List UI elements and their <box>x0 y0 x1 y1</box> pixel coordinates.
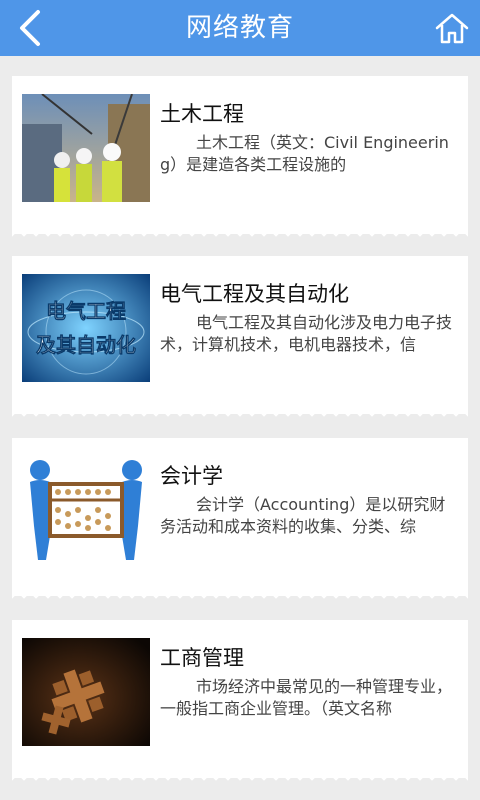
course-thumbnail: 电气工程 及其自动化 <box>22 274 150 382</box>
course-description: 市场经济中最常见的一种管理专业，一般指工商企业管理。（英文名称 <box>160 677 453 718</box>
card-zigzag-edge <box>12 594 468 602</box>
card-zigzag-edge <box>12 232 468 240</box>
card-zigzag-edge <box>12 412 468 420</box>
home-button[interactable] <box>432 8 472 48</box>
home-icon <box>435 13 469 44</box>
card-zigzag-edge <box>12 776 468 784</box>
course-card-accounting[interactable]: 会计学 会计学（Accounting）是以研究财务活动和成本资料的收集、分类、综 <box>12 438 468 602</box>
course-title: 电气工程及其自动化 <box>160 282 349 306</box>
course-description: 土木工程（英文：Civil Engineering）是建造各类工程设施的 <box>160 133 449 174</box>
construction-workers-image <box>22 94 150 202</box>
course-description: 会计学（Accounting）是以研究财务活动和成本资料的收集、分类、综 <box>160 495 446 536</box>
course-description: 电气工程及其自动化涉及电力电子技术，计算机技术，电机电器技术，信 <box>160 313 453 354</box>
image-text-line2: 及其自动化 <box>36 333 136 357</box>
app-header: 网络教育 <box>0 0 480 56</box>
course-thumbnail <box>22 456 150 564</box>
course-card-civil-engineering[interactable]: 土木工程 土木工程（英文：Civil Engineering）是建造各类工程设施… <box>12 76 468 240</box>
course-card-electrical-engineering[interactable]: 电气工程 及其自动化 电气工程及其自动化 电气工程及其自动化涉及电力电子技术，计… <box>12 256 468 420</box>
page-title: 网络教育 <box>185 13 294 43</box>
course-thumbnail <box>22 638 150 746</box>
course-thumbnail <box>22 94 150 202</box>
gears-image <box>22 638 150 746</box>
electrical-engineering-image: 电气工程 及其自动化 <box>22 274 150 382</box>
course-title: 工商管理 <box>160 646 244 670</box>
course-card-business-administration[interactable]: 工商管理 市场经济中最常见的一种管理专业，一般指工商企业管理。（英文名称 <box>12 620 468 784</box>
abacus-figures-image <box>22 456 150 564</box>
image-text-line1: 电气工程 <box>46 299 126 323</box>
course-title: 土木工程 <box>160 102 244 126</box>
course-title: 会计学 <box>160 464 223 488</box>
